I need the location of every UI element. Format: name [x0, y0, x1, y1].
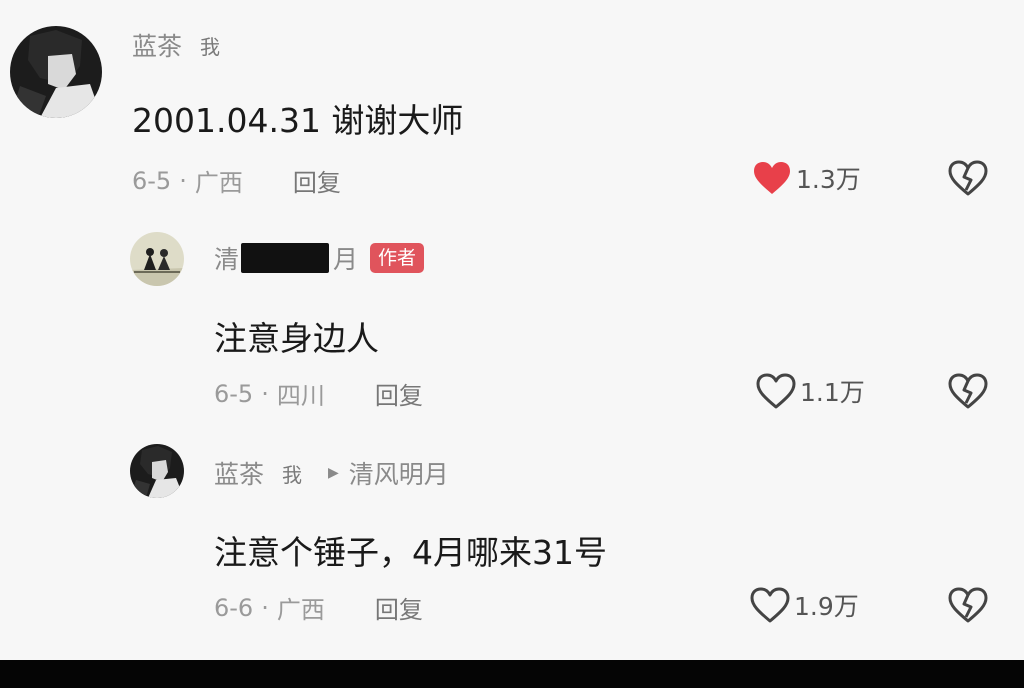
like-button[interactable]: 1.1万: [756, 373, 865, 409]
bottom-black-bar: [0, 660, 1024, 688]
redacted-block: [241, 243, 330, 273]
comment-location: 四川: [276, 382, 325, 410]
comment-meta: 6-5 · 广西 回复: [132, 163, 341, 198]
comment-location: 广西: [194, 169, 243, 197]
separator: ·: [179, 166, 187, 195]
comment-thread: 蓝茶 我 2001.04.31 谢谢大师 6-5 · 广西 回复 1.3万 清 …: [0, 0, 1024, 688]
heart-icon: [754, 162, 790, 194]
username[interactable]: 蓝茶: [214, 455, 264, 491]
comment-location: 广西: [276, 596, 325, 624]
broken-heart-icon: [948, 587, 988, 623]
comment-text: 注意身边人: [214, 319, 379, 358]
comment-header: 蓝茶 我: [132, 27, 220, 63]
comment-text: 注意个锤子，4月哪来31号: [214, 533, 607, 572]
reply-target-username[interactable]: 清风明月: [349, 455, 449, 491]
comment-text: 2001.04.31 谢谢大师: [132, 101, 464, 140]
dislike-button[interactable]: [948, 373, 988, 413]
author-badge: 作者: [370, 243, 425, 273]
me-tag: 我: [200, 34, 221, 59]
comment-date: 6-6: [214, 593, 254, 622]
like-button[interactable]: 1.9万: [750, 587, 859, 623]
username[interactable]: 蓝茶: [132, 27, 182, 63]
comment-meta: 6-6 · 广西 回复: [214, 590, 423, 625]
heart-icon: [750, 587, 790, 623]
like-button[interactable]: 1.3万: [752, 160, 861, 196]
comment-date: 6-5: [214, 379, 254, 408]
comment-date: 6-5: [132, 166, 172, 195]
dislike-button[interactable]: [948, 160, 988, 200]
reply-button[interactable]: 回复: [375, 590, 423, 625]
separator: ·: [261, 593, 269, 622]
avatar[interactable]: [130, 444, 184, 498]
like-count: 1.3万: [796, 165, 861, 194]
like-count: 1.9万: [794, 592, 859, 621]
username-suffix[interactable]: 月: [333, 240, 358, 276]
play-triangle-icon: ▶: [328, 465, 339, 481]
heart-icon: [756, 373, 796, 409]
dislike-button[interactable]: [948, 587, 988, 627]
comment-header: 蓝茶 我 ▶ 清风明月: [214, 455, 449, 491]
reply-button[interactable]: 回复: [375, 376, 423, 411]
broken-heart-icon: [948, 160, 988, 196]
like-count: 1.1万: [800, 378, 865, 407]
reply-button[interactable]: 回复: [293, 163, 341, 198]
comment-meta: 6-5 · 四川 回复: [214, 376, 423, 411]
comment-header: 清 月 作者: [214, 240, 425, 276]
username-prefix[interactable]: 清: [214, 240, 239, 276]
broken-heart-icon: [948, 373, 988, 409]
avatar[interactable]: [130, 232, 184, 286]
avatar[interactable]: [10, 26, 102, 118]
me-tag: 我: [282, 462, 303, 487]
separator: ·: [261, 379, 269, 408]
